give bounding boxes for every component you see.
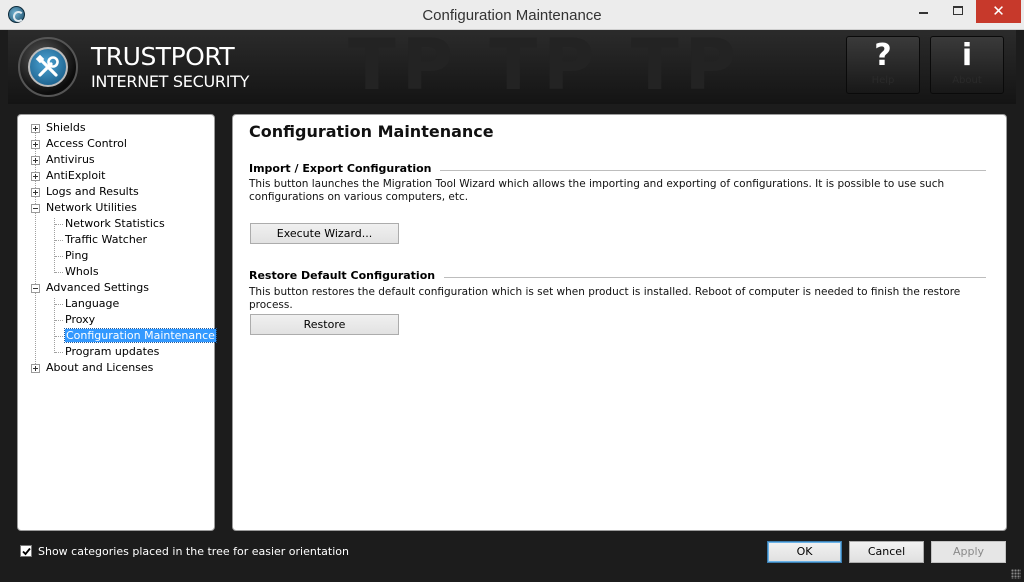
restore-button[interactable]: Restore	[250, 314, 399, 335]
execute-wizard-button[interactable]: Execute Wizard...	[250, 223, 399, 244]
about-caption: About	[952, 75, 982, 86]
expand-about-icon[interactable]	[31, 364, 40, 373]
tree-connector	[54, 218, 55, 273]
expand-antiexploit-icon[interactable]	[31, 172, 40, 181]
tree-item-advanced-settings[interactable]: Advanced Settings	[46, 280, 149, 296]
cancel-button[interactable]: Cancel	[849, 541, 924, 563]
tree-connector	[55, 256, 63, 257]
import-export-heading: Import / Export Configuration	[249, 162, 441, 175]
close-button[interactable]: ✕	[976, 0, 1021, 23]
title-bar: Configuration Maintenance ✕	[0, 0, 1024, 30]
tree-connector	[55, 352, 63, 353]
help-button[interactable]: ? Help	[846, 36, 920, 94]
apply-button[interactable]: Apply	[931, 541, 1006, 563]
tree-item-logs-and-results[interactable]: Logs and Results	[46, 184, 139, 200]
tree-item-network-utilities[interactable]: Network Utilities	[46, 200, 137, 216]
tree-item-whois[interactable]: WhoIs	[65, 264, 99, 280]
tree-item-ping[interactable]: Ping	[65, 248, 88, 264]
ok-button[interactable]: OK	[767, 541, 842, 563]
minimize-button[interactable]	[908, 0, 940, 23]
resize-grip-icon[interactable]	[1011, 569, 1021, 579]
tree-item-antivirus[interactable]: Antivirus	[46, 152, 95, 168]
tree-item-configuration-maintenance[interactable]: Configuration Maintenance	[64, 328, 217, 344]
app-window: Configuration Maintenance ✕ TP TP TP TRU…	[0, 0, 1024, 582]
minimize-icon	[919, 12, 928, 14]
tree-item-access-control[interactable]: Access Control	[46, 136, 127, 152]
maximize-icon	[953, 6, 963, 15]
expand-shields-icon[interactable]	[31, 124, 40, 133]
brand-product: INTERNET SECURITY	[91, 72, 250, 91]
tree-connector	[55, 272, 63, 273]
expand-antivirus-icon[interactable]	[31, 156, 40, 165]
maximize-button[interactable]	[942, 0, 974, 23]
restore-heading: Restore Default Configuration	[249, 269, 445, 282]
tree-item-network-statistics[interactable]: Network Statistics	[65, 216, 165, 232]
show-categories-checkbox[interactable]	[20, 545, 32, 557]
tree-connector	[55, 320, 63, 321]
tree-connector	[54, 298, 55, 353]
close-icon: ✕	[992, 2, 1005, 20]
tree-item-traffic-watcher[interactable]: Traffic Watcher	[65, 232, 147, 248]
header-watermark: TP TP TP	[348, 30, 742, 104]
expand-access-control-icon[interactable]	[31, 140, 40, 149]
help-caption: Help	[871, 75, 895, 86]
tree-item-antiexploit[interactable]: AntiExploit	[46, 168, 105, 184]
app-header: TP TP TP TRUSTPORT INTERNET SECURITY ? H…	[8, 30, 1016, 104]
brand-name: TRUSTPORT	[91, 42, 235, 71]
tree-connector	[55, 224, 63, 225]
about-button[interactable]: i About	[930, 36, 1004, 94]
tree-connector	[55, 336, 63, 337]
info-icon: i	[961, 38, 973, 73]
help-icon: ?	[874, 38, 892, 73]
collapse-network-utilities-icon[interactable]	[31, 204, 40, 213]
window-title: Configuration Maintenance	[422, 7, 602, 24]
navigation-tree: Shields Access Control Antivirus AntiExp…	[17, 114, 217, 531]
tree-item-about-and-licenses[interactable]: About and Licenses	[46, 360, 153, 376]
tree-connector	[55, 304, 63, 305]
tree-item-program-updates[interactable]: Program updates	[65, 344, 159, 360]
page-title: Configuration Maintenance	[249, 122, 494, 141]
tools-icon	[28, 47, 68, 87]
import-export-description: This button launches the Migration Tool …	[249, 178, 945, 203]
tree-item-proxy[interactable]: Proxy	[65, 312, 95, 328]
tree-item-language[interactable]: Language	[65, 296, 119, 312]
tree-connector	[55, 240, 63, 241]
checkmark-icon	[22, 547, 31, 556]
brand-logo	[18, 37, 78, 97]
tree-item-shields[interactable]: Shields	[46, 120, 86, 136]
collapse-advanced-settings-icon[interactable]	[31, 284, 40, 293]
restore-description: This button restores the default configu…	[249, 286, 961, 311]
show-categories-label[interactable]: Show categories placed in the tree for e…	[38, 545, 349, 558]
expand-logs-icon[interactable]	[31, 188, 40, 197]
content-panel: Configuration Maintenance Import / Expor…	[232, 114, 1007, 531]
